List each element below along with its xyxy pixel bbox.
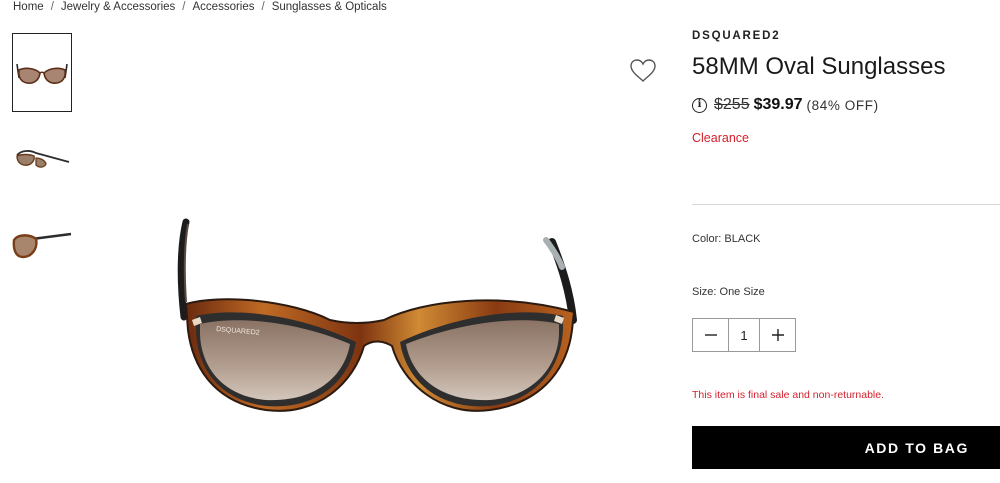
quantity-value[interactable]: 1 — [728, 319, 760, 351]
breadcrumb-sunglasses-opticals[interactable]: Sunglasses & Opticals — [272, 1, 387, 13]
sunglasses-side-thumb-image — [12, 232, 72, 258]
breadcrumb-home[interactable]: Home — [13, 1, 44, 13]
minus-icon — [704, 334, 717, 336]
breadcrumb-separator: / — [50, 1, 54, 13]
heart-icon — [630, 59, 656, 82]
plus-icon — [771, 329, 784, 341]
product-main-image: DSQUARED2 — [177, 218, 577, 412]
breadcrumb: Home / Jewelry & Accessories / Accessori… — [13, 1, 387, 13]
discount-percent: (84% OFF) — [806, 97, 879, 113]
thumbnail-side[interactable] — [12, 205, 72, 284]
breadcrumb-separator: / — [261, 1, 265, 13]
add-to-bag-button[interactable]: ADD TO BAG — [692, 426, 1000, 469]
size-label: Size: One Size — [692, 286, 765, 298]
info-icon[interactable]: i — [692, 97, 707, 113]
divider — [692, 204, 1000, 205]
increase-quantity-button[interactable] — [760, 319, 795, 351]
quantity-stepper: 1 — [692, 318, 796, 352]
breadcrumb-separator: / — [182, 1, 186, 13]
breadcrumb-jewelry-accessories[interactable]: Jewelry & Accessories — [61, 1, 175, 13]
color-label: Color: BLACK — [692, 233, 761, 245]
decrease-quantity-button[interactable] — [693, 319, 728, 351]
thumbnail-front[interactable] — [12, 33, 72, 112]
price-row: i $255 $39.97 (84% OFF) — [692, 96, 879, 114]
sunglasses-angle-thumb-image — [16, 149, 70, 168]
thumbnail-angle[interactable] — [12, 118, 72, 197]
sunglasses-front-thumb-image — [16, 63, 68, 84]
brand-name[interactable]: DSQUARED2 — [692, 30, 780, 42]
sale-price: $39.97 — [753, 96, 803, 113]
product-title: 58MM Oval Sunglasses — [692, 53, 946, 80]
clearance-badge: Clearance — [692, 131, 749, 145]
original-price: $255 — [714, 96, 750, 113]
breadcrumb-accessories[interactable]: Accessories — [193, 1, 255, 13]
final-sale-note: This item is final sale and non-returnab… — [692, 389, 885, 401]
wishlist-button[interactable] — [629, 58, 657, 84]
